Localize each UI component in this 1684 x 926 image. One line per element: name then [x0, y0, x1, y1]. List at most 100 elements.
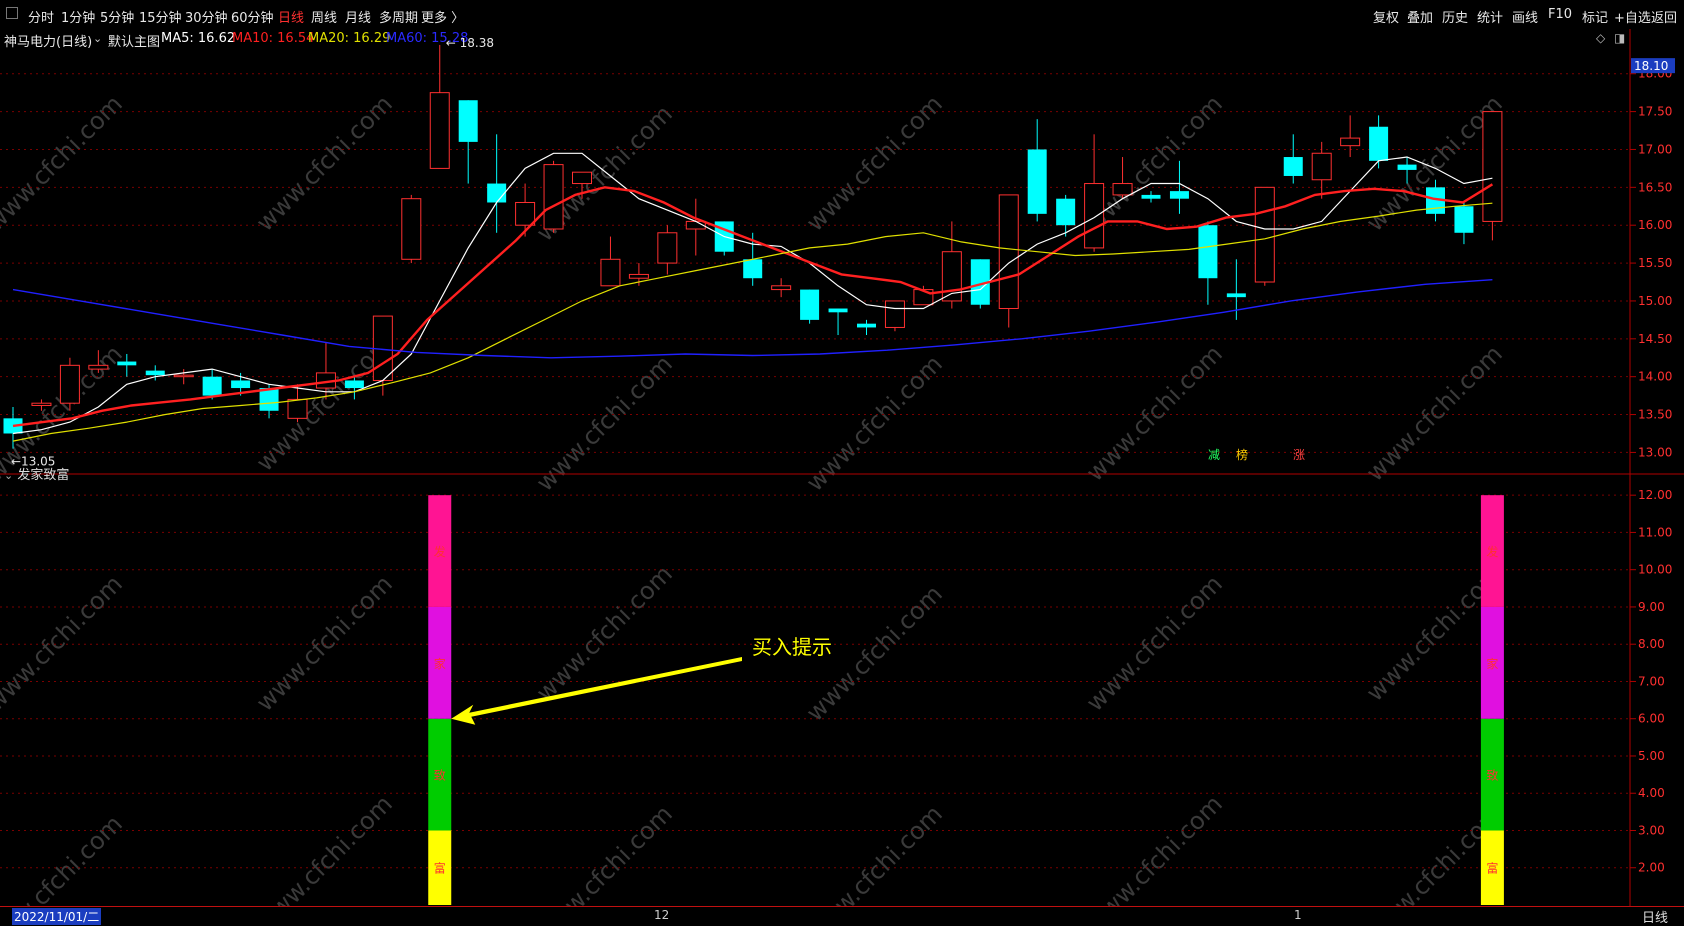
candle-body [458, 100, 478, 142]
watermark-text: www.cfchi.com [251, 790, 398, 906]
date-month-12: 12 [654, 908, 670, 922]
candle-body [800, 289, 820, 320]
candle [998, 194, 1019, 328]
chart-canvas: www.cfchi.com www.cfchi.com www.cfchi.com w… [0, 29, 1684, 906]
candle-body [1311, 152, 1332, 181]
candle [543, 160, 564, 233]
candle [600, 236, 621, 287]
price-tick-label: 17.50 [1638, 105, 1672, 119]
indicator-tick-label: 6.00 [1638, 712, 1665, 726]
candle-body [1226, 293, 1246, 298]
f10-button[interactable]: F10 [1548, 7, 1572, 22]
mark-button[interactable]: 标记 [1582, 7, 1608, 26]
watermark-text: www.cfchi.com [801, 800, 948, 906]
menu-icon[interactable] [6, 7, 18, 19]
candle-body [31, 402, 52, 406]
indicator-tick-label: 2.00 [1638, 861, 1665, 875]
candle [287, 384, 308, 423]
candle [1084, 134, 1105, 252]
candle-body [145, 370, 165, 376]
candle-body [1027, 149, 1047, 214]
price-tick-label: 16.50 [1638, 180, 1672, 194]
signal-label: 致 [1486, 769, 1498, 783]
indicator-tick-label: 11.00 [1638, 525, 1672, 539]
indicator-tick-label: 12.00 [1638, 488, 1672, 502]
watermark-text: www.cfchi.com [531, 800, 678, 906]
tab-more[interactable]: 更多 〉 [421, 7, 464, 26]
candle [884, 300, 905, 332]
stats-button[interactable]: 统计 [1477, 7, 1503, 26]
tab-multi-period[interactable]: 多周期 [379, 7, 418, 26]
event-tag: 涨 [1293, 447, 1305, 462]
candle-body [572, 171, 592, 185]
candle-body [487, 183, 507, 203]
candle-body [628, 273, 649, 279]
candle [1311, 141, 1332, 199]
price-tick-label: 16.00 [1638, 218, 1672, 232]
tab-60min[interactable]: 60分钟 [231, 7, 274, 26]
tab-weekly[interactable]: 周线 [311, 7, 337, 26]
price-tick-label: 15.00 [1638, 294, 1672, 308]
price-tick-label: 14.00 [1638, 370, 1672, 384]
candle-body [515, 201, 536, 226]
candle-body [59, 364, 80, 404]
chevron-down-icon[interactable]: ⌄ [4, 469, 13, 482]
overlay-button[interactable]: 叠加 [1407, 7, 1433, 26]
candle [1283, 134, 1303, 184]
period-label: 日线 [1641, 911, 1668, 926]
fuquan-button[interactable]: 复权 [1373, 7, 1399, 26]
watermark-text: www.cfchi.com [531, 560, 678, 707]
tab-5min[interactable]: 5分钟 [100, 7, 134, 26]
candle [1340, 115, 1361, 158]
tab-1min[interactable]: 1分钟 [61, 7, 95, 26]
candle-body [1056, 198, 1076, 226]
tab-monthly[interactable]: 月线 [345, 7, 371, 26]
candle-body [884, 300, 905, 328]
back-button[interactable]: 返回 [1651, 7, 1677, 26]
signal-bar: 富致家发 [428, 495, 452, 905]
event-tag: 榜 [1236, 447, 1248, 462]
candle-body [1169, 191, 1189, 199]
candlestick-series [3, 44, 1503, 449]
signal-label: 家 [1486, 656, 1498, 671]
candle-body [117, 361, 137, 366]
signal-bar: 富致家发 [1480, 495, 1504, 905]
candle [487, 134, 507, 233]
candle-body [259, 388, 279, 411]
watermark-text: www.cfchi.com [0, 570, 128, 717]
watermark-text: www.cfchi.com [531, 350, 678, 497]
candle-body [1198, 225, 1218, 279]
indicator-tick-label: 10.00 [1638, 563, 1672, 577]
candle [1198, 221, 1218, 305]
signal-label: 家 [434, 656, 446, 671]
high-price-marker: ← 18.38 [446, 36, 494, 50]
history-button[interactable]: 历史 [1442, 7, 1468, 26]
signal-label: 富 [1486, 861, 1498, 876]
candle [1454, 202, 1474, 245]
tab-daily[interactable]: 日线 [278, 7, 304, 26]
price-tick-label: 13.50 [1638, 408, 1672, 422]
draw-button[interactable]: 画线 [1512, 7, 1538, 26]
indicator-tick-label: 8.00 [1638, 637, 1665, 651]
watermark-text: www.cfchi.com [1081, 790, 1228, 906]
candle-body [828, 308, 848, 313]
indicator-tick-label: 4.00 [1638, 786, 1665, 800]
candle-body [600, 258, 621, 287]
candle-body [1112, 183, 1133, 196]
candle-body [344, 380, 364, 389]
indicator-name: 发家致富 [17, 468, 70, 483]
candle-body [1283, 157, 1303, 176]
watermark-text: www.cfchi.com [801, 350, 948, 497]
candle [685, 198, 706, 256]
candle [401, 194, 422, 264]
candle-body [231, 380, 251, 389]
tab-fenshi[interactable]: 分时 [28, 7, 54, 26]
tab-30min[interactable]: 30分钟 [185, 7, 228, 26]
tab-15min[interactable]: 15分钟 [139, 7, 182, 26]
date-axis: 2022/11/01/二 12 1 日线 [0, 906, 1684, 926]
indicator-tick-label: 3.00 [1638, 823, 1665, 837]
candle [1056, 194, 1076, 237]
buy-hint-label: 买入提示 [752, 635, 832, 659]
add-watchlist-button[interactable]: +自选 [1614, 7, 1651, 26]
price-tick-label: 14.50 [1638, 332, 1672, 346]
